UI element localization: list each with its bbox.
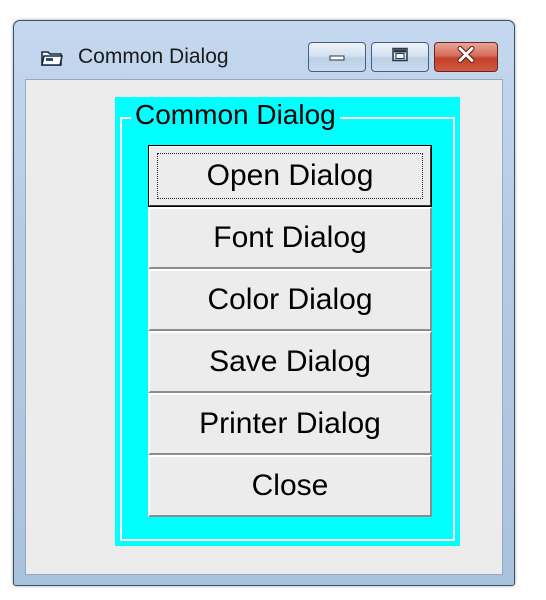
maximize-button[interactable]	[371, 42, 429, 72]
minimize-icon	[329, 48, 345, 66]
maximize-icon	[391, 47, 409, 68]
client-area: Common Dialog Open Dialog Font Dialog Co…	[25, 79, 503, 575]
main-window: Common Dialog Common Dialog Open Dialog …	[13, 20, 515, 586]
close-button[interactable]: Close	[148, 455, 432, 517]
save-dialog-button[interactable]: Save Dialog	[148, 331, 432, 393]
font-dialog-label: Font Dialog	[213, 221, 367, 254]
close-window-button[interactable]	[434, 42, 498, 72]
window-title: Common Dialog	[78, 45, 229, 68]
open-dialog-button[interactable]: Open Dialog	[148, 145, 432, 207]
open-dialog-label: Open Dialog	[206, 159, 374, 192]
printer-dialog-label: Printer Dialog	[199, 407, 381, 440]
printer-dialog-button[interactable]: Printer Dialog	[148, 393, 432, 455]
color-dialog-label: Color Dialog	[207, 283, 373, 316]
save-dialog-label: Save Dialog	[209, 345, 371, 378]
frame-caption: Common Dialog	[131, 99, 340, 131]
title-bar[interactable]: Common Dialog	[14, 21, 514, 79]
close-label: Close	[251, 469, 329, 502]
common-dialog-frame: Common Dialog Open Dialog Font Dialog Co…	[115, 97, 460, 546]
close-icon	[456, 46, 476, 69]
color-dialog-button[interactable]: Color Dialog	[148, 269, 432, 331]
button-stack: Open Dialog Font Dialog Color Dialog Sav…	[148, 145, 432, 517]
minimize-button[interactable]	[308, 42, 366, 72]
font-dialog-button[interactable]: Font Dialog	[148, 207, 432, 269]
folder-icon	[41, 49, 63, 67]
